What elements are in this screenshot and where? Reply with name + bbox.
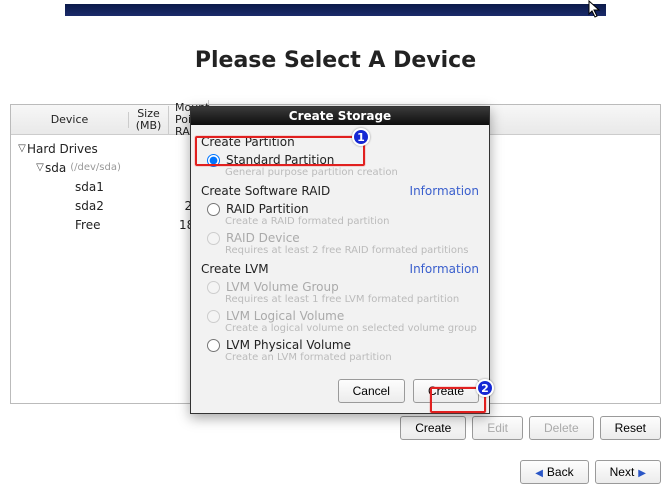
opt-raid-partition[interactable]: RAID Partition	[207, 202, 479, 216]
part-label: sda1	[61, 180, 179, 194]
create-button[interactable]: Create	[400, 416, 466, 440]
cancel-button[interactable]: Cancel	[338, 379, 405, 403]
footer-buttons: Create Edit Delete Reset	[400, 416, 661, 440]
back-button[interactable]: Back	[520, 460, 588, 484]
opt-lvm-pv-desc: Create an LVM formated partition	[225, 352, 479, 363]
chevron-down-icon[interactable]	[35, 162, 45, 173]
dialog-create-button[interactable]: Create	[413, 379, 479, 403]
page-title: Please Select A Device	[0, 48, 671, 73]
reset-button[interactable]: Reset	[600, 416, 661, 440]
opt-lvm-vg: LVM Volume Group	[207, 280, 479, 294]
raid-info-link[interactable]: Information	[410, 184, 479, 198]
section-create-raid: Create Software RAID Information	[201, 184, 479, 198]
dialog-actions: Cancel Create	[191, 373, 489, 413]
chevron-down-icon[interactable]	[17, 143, 27, 154]
tree-disk-label: sda (/dev/sda)	[45, 161, 163, 175]
tree-root-label: Hard Drives	[27, 142, 145, 156]
radio-lvm-vg	[207, 281, 220, 294]
opt-raid-part-desc: Create a RAID formated partition	[225, 216, 479, 227]
triangle-right-icon	[634, 465, 646, 479]
col-size[interactable]: Size(MB)	[129, 106, 169, 134]
opt-lvm-pv[interactable]: LVM Physical Volume	[207, 338, 479, 352]
device-path: (/dev/sda)	[70, 162, 121, 173]
header-bar	[65, 4, 606, 16]
nav-buttons: Back Next	[520, 460, 661, 484]
opt-raid-dev-desc: Requires at least 2 free RAID formated p…	[225, 245, 479, 256]
radio-standard-partition[interactable]	[207, 154, 220, 167]
dialog-title: Create Storage	[191, 107, 489, 125]
edit-button: Edit	[472, 416, 523, 440]
radio-lvm-lv	[207, 310, 220, 323]
opt-lvm-lv: LVM Logical Volume	[207, 309, 479, 323]
triangle-left-icon	[535, 465, 547, 479]
part-label: Free	[61, 218, 179, 232]
delete-button: Delete	[529, 416, 594, 440]
col-device[interactable]: Device	[11, 112, 129, 128]
opt-raid-device: RAID Device	[207, 231, 479, 245]
opt-standard-desc: General purpose partition creation	[225, 167, 479, 178]
opt-lvm-vg-desc: Requires at least 1 free LVM formated pa…	[225, 294, 479, 305]
section-create-lvm: Create LVM Information	[201, 262, 479, 276]
lvm-info-link[interactable]: Information	[410, 262, 479, 276]
opt-standard-partition[interactable]: Standard Partition	[207, 153, 479, 167]
next-button[interactable]: Next	[595, 460, 661, 484]
part-label: sda2	[61, 199, 179, 213]
radio-raid-partition[interactable]	[207, 203, 220, 216]
opt-lvm-lv-desc: Create a logical volume on selected volu…	[225, 323, 479, 334]
create-storage-dialog: Create Storage Create Partition Standard…	[190, 106, 490, 414]
radio-raid-device	[207, 232, 220, 245]
section-create-partition: Create Partition	[201, 135, 479, 149]
radio-lvm-pv[interactable]	[207, 339, 220, 352]
